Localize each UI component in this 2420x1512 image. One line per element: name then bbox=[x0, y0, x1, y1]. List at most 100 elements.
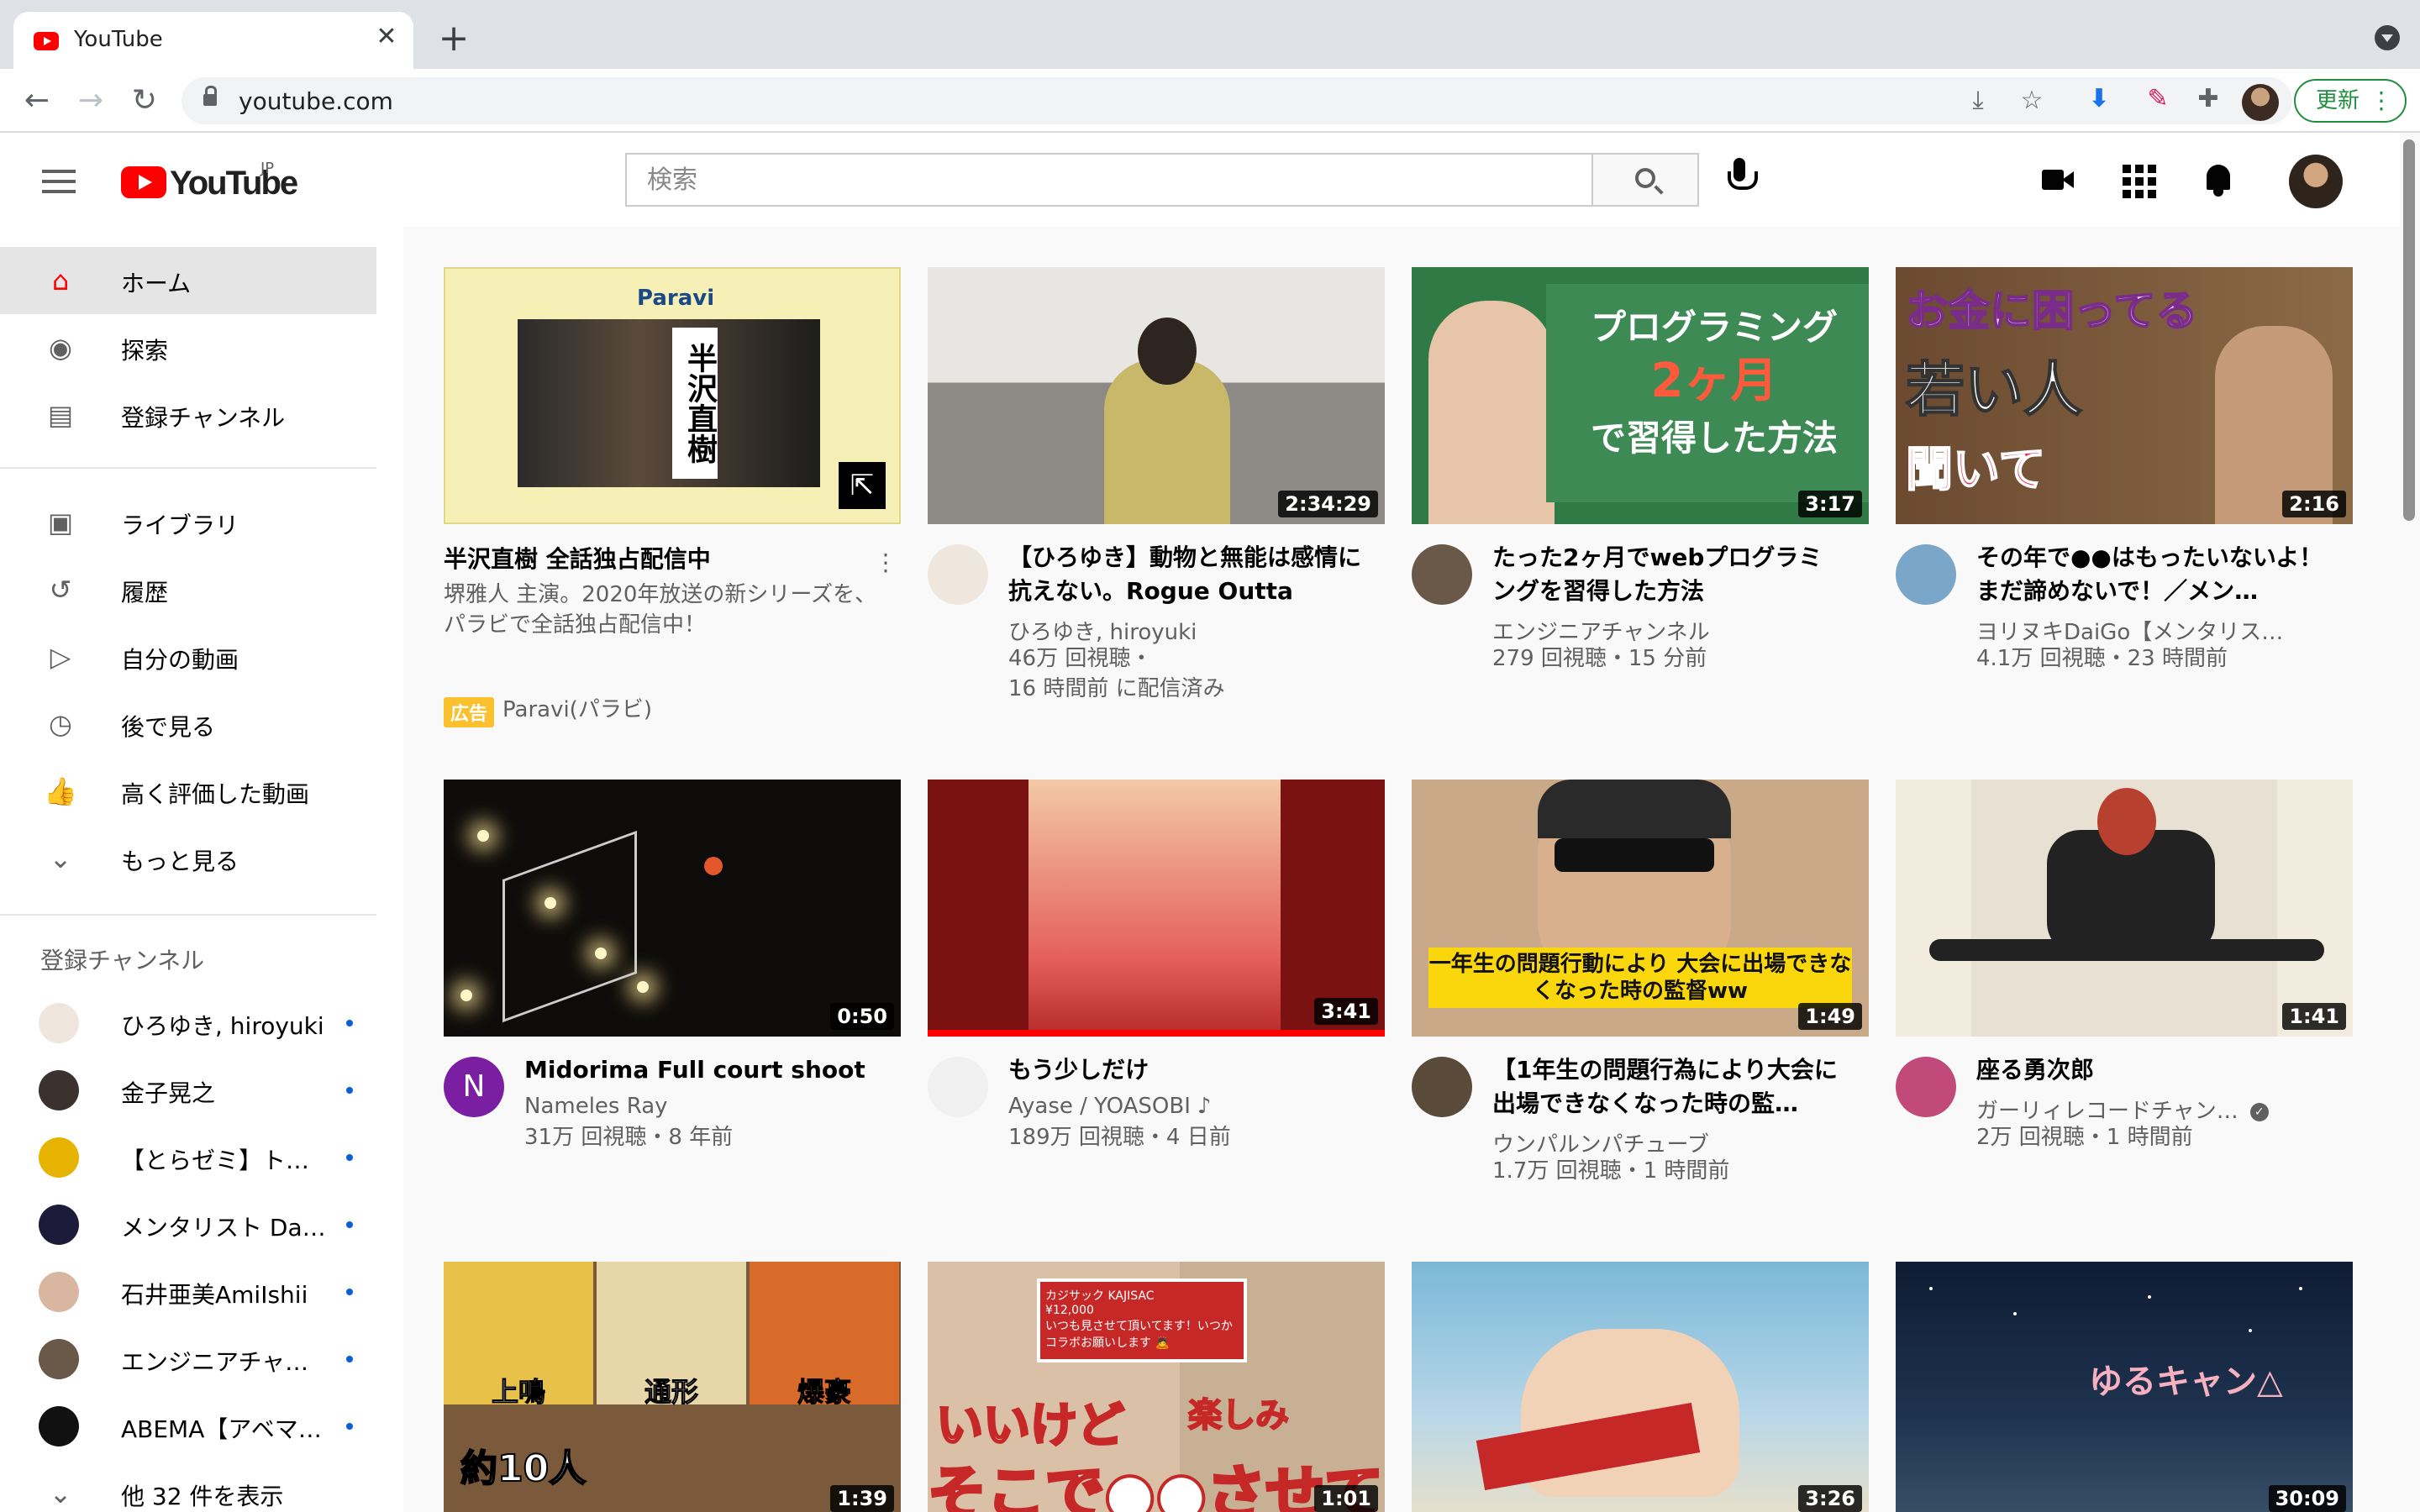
video-title[interactable]: 座る勇次郎 bbox=[1976, 1053, 2329, 1087]
extensions-puzzle-icon[interactable]: ✚ bbox=[2193, 84, 2223, 114]
install-app-icon[interactable]: ⤓ bbox=[1963, 86, 1993, 116]
channel-name[interactable]: Paravi(パラビ) bbox=[502, 692, 652, 723]
subscription-item[interactable]: ひろゆき, hiroyuki bbox=[0, 990, 376, 1057]
create-video-camera-icon[interactable] bbox=[2037, 160, 2077, 200]
video-card[interactable]: 0:50 N Midorima Full court shoot Nameles… bbox=[444, 780, 901, 1233]
browser-tab[interactable]: YouTube ✕ bbox=[13, 12, 413, 69]
channel-avatar[interactable] bbox=[1412, 1057, 1472, 1117]
video-title[interactable]: その年で●●はもったいないよ！まだ諦めないで！／メン… bbox=[1976, 541, 2329, 608]
video-card[interactable]: プログラミング 2ヶ月 で習得した方法 3:17 たった2ヶ月でwebプログラミ… bbox=[1412, 267, 1869, 738]
menu-icon[interactable] bbox=[42, 170, 76, 193]
channel-name[interactable]: ウンパルンパチューブ bbox=[1492, 1127, 1709, 1158]
sidebar-item-explore[interactable]: ◉ 探索 bbox=[0, 314, 376, 381]
subscription-item[interactable]: 金子晃之 bbox=[0, 1057, 376, 1124]
view-stats: 189万 回視聴・4 日前 bbox=[1008, 1125, 1231, 1150]
browser-tab-strip: YouTube ✕ + bbox=[0, 0, 2420, 69]
channel-avatar[interactable] bbox=[1412, 544, 1472, 605]
color-picker-extension-icon[interactable]: ✎ bbox=[2143, 84, 2173, 114]
channel-name[interactable]: ガーリィレコードチャン… ✓ bbox=[1976, 1094, 2269, 1125]
tab-search-icon[interactable] bbox=[2375, 25, 2400, 50]
channel-avatar[interactable] bbox=[1896, 1057, 1956, 1117]
video-title[interactable]: 【1年生の問題行為により大会に出場できなくなった時の監… bbox=[1492, 1053, 1845, 1121]
update-button[interactable]: 更新 ⋮ bbox=[2294, 79, 2407, 123]
video-thumbnail[interactable]: Paravi 半沢直樹 ⇱ bbox=[444, 267, 901, 524]
forward-button[interactable]: → bbox=[71, 81, 111, 121]
sidebar-item-watch-later[interactable]: ◷ 後で見る bbox=[0, 690, 376, 758]
reload-button[interactable]: ↻ bbox=[124, 81, 165, 121]
search-input[interactable] bbox=[627, 155, 1593, 205]
address-bar[interactable]: youtube.com ⤓ ☆ bbox=[182, 77, 2292, 124]
lock-icon[interactable] bbox=[203, 86, 217, 106]
video-card[interactable]: 3:26 bbox=[1412, 1262, 1869, 1512]
sidebar-item-subscriptions[interactable]: ▤ 登録チャンネル bbox=[0, 381, 376, 449]
sidebar-item-show-more-subscriptions[interactable]: ⌄ 他 32 件を表示 bbox=[0, 1460, 376, 1512]
video-thumbnail[interactable]: 一年生の問題行動により 大会に出場できなくなった時の監督ww 1:49 bbox=[1412, 780, 1869, 1037]
back-button[interactable]: ← bbox=[17, 81, 57, 121]
subscription-item[interactable]: エンジニアチャン… bbox=[0, 1326, 376, 1393]
sidebar-item-liked-videos[interactable]: 👍 高く評価した動画 bbox=[0, 758, 376, 825]
channel-name[interactable]: エンジニアチャンネル bbox=[1492, 615, 1710, 646]
channel-avatar[interactable] bbox=[928, 544, 988, 605]
video-title[interactable]: Midorima Full court shoot bbox=[524, 1053, 877, 1087]
video-thumbnail[interactable]: 上鳴 通形 爆豪 約10人 1:39 bbox=[444, 1262, 901, 1512]
browser-toolbar: ← → ↻ youtube.com ⤓ ☆ ⬇ ✎ ✚ 更新 ⋮ bbox=[0, 69, 2420, 133]
video-thumbnail[interactable]: ゆるキャン△ 30:09 bbox=[1896, 1262, 2353, 1512]
apps-grid-icon[interactable] bbox=[2118, 160, 2158, 200]
bookmark-star-icon[interactable]: ☆ bbox=[2017, 86, 2047, 116]
url-text[interactable]: youtube.com bbox=[239, 87, 393, 115]
video-title[interactable]: 【ひろゆき】動物と無能は感情に抗えない。Rogue Outta Lin… bbox=[1008, 541, 1361, 608]
channel-name[interactable]: ひろゆき, hiroyuki bbox=[1008, 615, 1197, 646]
subscription-item[interactable]: ABEMA【アベマ】… bbox=[0, 1393, 376, 1460]
tab-close-icon[interactable]: ✕ bbox=[370, 20, 403, 54]
subscription-item[interactable]: メンタリスト DaiGo bbox=[0, 1191, 376, 1258]
library-icon: ▣ bbox=[47, 507, 74, 538]
video-card[interactable]: お金に困ってる 若い人 聞いて 2:16 その年で●●はもったいないよ！まだ諦め… bbox=[1896, 267, 2353, 738]
duration-badge: 1:41 bbox=[2282, 1003, 2346, 1030]
subscription-item[interactable]: 石井亜美AmiIshii bbox=[0, 1258, 376, 1326]
video-card[interactable]: カジサック KAJISAC ¥12,000 いつも見させて頂いてます！いつかコラ… bbox=[928, 1262, 1385, 1512]
account-avatar[interactable] bbox=[2289, 155, 2343, 208]
sidebar-item-library[interactable]: ▣ ライブラリ bbox=[0, 489, 376, 556]
channel-name[interactable]: Nameles Ray bbox=[524, 1094, 668, 1119]
scrollbar-thumb[interactable] bbox=[2403, 139, 2415, 521]
sidebar-item-my-videos[interactable]: ▷ 自分の動画 bbox=[0, 623, 376, 690]
video-card[interactable]: 1:41 座る勇次郎 ガーリィレコードチャン… ✓ 2万 回視聴・1 時間前 bbox=[1896, 780, 2353, 1233]
video-thumbnail[interactable]: 1:41 bbox=[1896, 780, 2353, 1037]
video-card[interactable]: 上鳴 通形 爆豪 約10人 1:39 bbox=[444, 1262, 901, 1512]
video-card[interactable]: 3:41 もう少しだけ Ayase / YOASOBI ♪ 189万 回視聴・4 … bbox=[928, 780, 1385, 1233]
channel-name[interactable]: ヨリヌキDaiGo【メンタリス… bbox=[1976, 615, 2283, 646]
video-thumbnail[interactable]: カジサック KAJISAC ¥12,000 いつも見させて頂いてます！いつかコラ… bbox=[928, 1262, 1385, 1512]
browser-profile-avatar[interactable] bbox=[2242, 84, 2279, 121]
sidebar-item-home[interactable]: ⌂ ホーム bbox=[0, 247, 376, 314]
sidebar-item-show-more[interactable]: ⌄ もっと見る bbox=[0, 825, 376, 892]
sidebar-item-history[interactable]: ↺ 履歴 bbox=[0, 556, 376, 623]
new-tab-button[interactable]: + bbox=[434, 18, 474, 59]
video-thumbnail[interactable]: 0:50 bbox=[444, 780, 901, 1037]
video-thumbnail[interactable]: お金に困ってる 若い人 聞いて 2:16 bbox=[1896, 267, 2353, 524]
video-title[interactable]: たった2ヶ月でwebプログラミングを習得した方法 bbox=[1492, 541, 1845, 608]
channel-avatar[interactable] bbox=[1896, 544, 1956, 605]
video-card[interactable]: 一年生の問題行動により 大会に出場できなくなった時の監督ww 1:49 【1年生… bbox=[1412, 780, 1869, 1233]
voice-search-mic-icon[interactable] bbox=[1728, 158, 1758, 200]
thumbnail-star bbox=[2249, 1329, 2252, 1332]
download-extension-icon[interactable]: ⬇ bbox=[2084, 84, 2114, 114]
video-thumbnail[interactable]: 3:41 bbox=[928, 780, 1385, 1037]
search-button[interactable] bbox=[1591, 153, 1699, 207]
more-vert-icon: ⋮ bbox=[2370, 87, 2393, 114]
video-thumbnail[interactable]: 3:26 bbox=[1412, 1262, 1869, 1512]
more-vert-icon[interactable]: ⋮ bbox=[871, 548, 901, 578]
channel-name[interactable]: Ayase / YOASOBI ♪ bbox=[1008, 1094, 1212, 1119]
notifications-bell-icon[interactable] bbox=[2198, 160, 2238, 200]
channel-avatar[interactable]: N bbox=[444, 1057, 504, 1117]
video-title[interactable]: もう少しだけ bbox=[1008, 1053, 1361, 1087]
video-thumbnail[interactable]: プログラミング 2ヶ月 で習得した方法 3:17 bbox=[1412, 267, 1869, 524]
ad-card[interactable]: Paravi 半沢直樹 ⇱ 半沢直樹 全話独占配信中 ⋮ 堺雅人 主演。2020… bbox=[444, 267, 901, 738]
subscription-item[interactable]: 【とらゼミ】トラ… bbox=[0, 1124, 376, 1191]
duration-badge: 0:50 bbox=[830, 1003, 894, 1030]
external-link-icon[interactable]: ⇱ bbox=[839, 462, 886, 509]
video-thumbnail[interactable]: 2:34:29 bbox=[928, 267, 1385, 524]
video-title[interactable]: 半沢直樹 全話独占配信中 bbox=[444, 541, 711, 575]
video-card[interactable]: 2:34:29 【ひろゆき】動物と無能は感情に抗えない。Rogue Outta … bbox=[928, 267, 1385, 738]
channel-avatar[interactable] bbox=[928, 1057, 988, 1117]
video-card[interactable]: ゆるキャン△ 30:09 bbox=[1896, 1262, 2353, 1512]
